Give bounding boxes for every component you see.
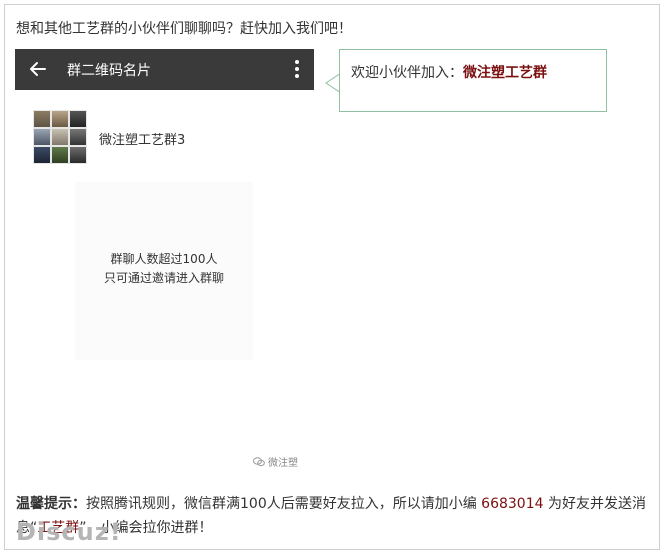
discuz-logo: Discuz! bbox=[16, 517, 122, 547]
welcome-text: 欢迎小伙伴加入：微注塑工艺群 bbox=[351, 62, 547, 82]
watermark: 微注塑 bbox=[253, 454, 298, 469]
avatar-tile bbox=[34, 111, 50, 127]
phone-screenshot: 群二维码名片 微注塑工艺群3 群聊人数超过100人 只可通过邀请进入群聊 微注塑 bbox=[15, 49, 314, 475]
qr-code-area: 群聊人数超过100人 只可通过邀请进入群聊 bbox=[75, 182, 253, 360]
qr-notice-line: 只可通过邀请进入群聊 bbox=[103, 271, 224, 285]
group-avatar bbox=[33, 110, 87, 164]
intro-text: 想和其他工艺群的小伙伴们聊聊吗？赶快加入我们吧！ bbox=[16, 21, 352, 37]
avatar-tile bbox=[34, 129, 50, 145]
phone-title-bar: 群二维码名片 bbox=[15, 49, 314, 90]
qr-notice-line: 群聊人数超过100人 bbox=[110, 252, 218, 266]
avatar-tile bbox=[34, 147, 50, 163]
welcome-bubble: 欢迎小伙伴加入：微注塑工艺群 bbox=[339, 49, 607, 112]
more-vertical-icon[interactable] bbox=[290, 57, 304, 81]
arrow-left-icon[interactable] bbox=[27, 57, 49, 81]
contact-number: 6683014 bbox=[481, 496, 544, 512]
wechat-icon bbox=[253, 456, 265, 466]
group-name: 微注塑工艺群3 bbox=[99, 133, 186, 148]
avatar-tile bbox=[70, 111, 86, 127]
avatar-tile bbox=[70, 129, 86, 145]
avatar-tile bbox=[52, 129, 68, 145]
tips-label: 温馨提示： bbox=[16, 496, 86, 512]
tips-text: 按照腾讯规则，微信群满100人后需要好友拉入，所以请加小编 bbox=[86, 496, 482, 512]
avatar-tile bbox=[70, 147, 86, 163]
phone-title: 群二维码名片 bbox=[67, 63, 151, 79]
welcome-group-name: 微注塑工艺群 bbox=[463, 65, 547, 81]
avatar-tile bbox=[52, 111, 68, 127]
watermark-text: 微注塑 bbox=[268, 458, 298, 469]
welcome-prefix: 欢迎小伙伴加入： bbox=[351, 65, 463, 81]
discuz-logo-text: Discuz! bbox=[16, 518, 122, 546]
avatar-tile bbox=[52, 147, 68, 163]
